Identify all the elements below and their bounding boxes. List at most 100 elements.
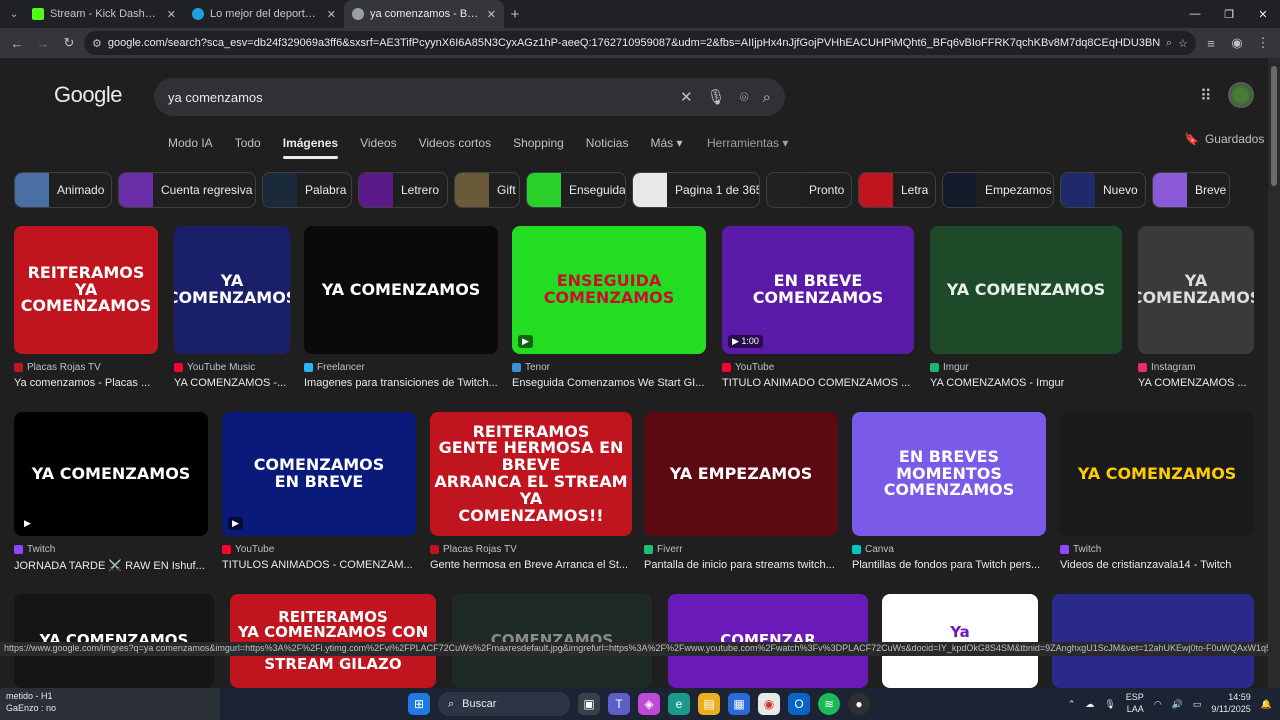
reload-icon[interactable]: ↻ bbox=[58, 32, 80, 54]
result-title[interactable]: Imagenes para transiciones de Twitch... bbox=[304, 377, 498, 389]
result-source[interactable]: Twitch bbox=[1060, 544, 1254, 555]
image-result-card[interactable]: YA COMENZAMOS Twitch Videos de cristianzav… bbox=[1060, 412, 1254, 571]
image-result-card[interactable]: YA COMENZAMOS Imgur YA COMENZAMOS - Imgur bbox=[930, 226, 1122, 389]
result-title[interactable]: Ya comenzamos - Placas ... bbox=[14, 377, 158, 389]
result-title[interactable]: YA COMENZAMOS -... bbox=[174, 377, 290, 389]
taskbar-search[interactable]: ⌕ Buscar bbox=[438, 692, 570, 716]
language-indicator[interactable]: ESP LAA bbox=[1126, 692, 1144, 715]
tab-videos-cortos[interactable]: Videos cortos bbox=[419, 136, 492, 150]
page-scrollbar[interactable] bbox=[1268, 58, 1280, 688]
account-avatar[interactable] bbox=[1228, 82, 1254, 108]
tools-dropdown[interactable]: Herramientas ▾ bbox=[707, 136, 788, 150]
close-tab-icon[interactable]: ✕ bbox=[327, 8, 336, 21]
result-source[interactable]: YouTube bbox=[722, 362, 914, 373]
google-apps-grid-icon[interactable]: ⠿ bbox=[1200, 86, 1212, 106]
result-thumbnail[interactable]: ENSEGUIDA COMENZAMOS ▶ bbox=[512, 226, 706, 354]
restore-icon[interactable]: ❐ bbox=[1212, 0, 1246, 28]
tab-shopping[interactable]: Shopping bbox=[513, 136, 564, 150]
new-tab-plus-icon[interactable]: + bbox=[504, 6, 526, 23]
image-result-card[interactable]: YA EMPEZAMOS Fiverr Pantalla de inicio par… bbox=[644, 412, 838, 571]
result-title[interactable]: TITULO ANIMADO COMENZAMOS ... bbox=[722, 377, 914, 389]
result-thumbnail[interactable] bbox=[1052, 594, 1254, 688]
result-source[interactable]: Canva bbox=[852, 544, 1046, 555]
tab-noticias[interactable]: Noticias bbox=[586, 136, 629, 150]
result-thumbnail[interactable]: Ya Comenzamos bbox=[882, 594, 1038, 688]
store-icon[interactable]: ▦ bbox=[728, 693, 750, 715]
edge-icon[interactable]: e bbox=[668, 693, 690, 715]
tab-todo[interactable]: Todo bbox=[235, 136, 261, 150]
notifications-icon[interactable]: 🔔 bbox=[1261, 699, 1272, 710]
volume-icon[interactable]: 🔊 bbox=[1172, 699, 1183, 710]
chip-nuevo[interactable]: Nuevo bbox=[1060, 172, 1146, 208]
search-query-input[interactable]: ya comenzamos bbox=[168, 90, 666, 105]
image-result-card[interactable]: REITERAMOS GENTE HERMOSA EN BREVE ARRANC… bbox=[430, 412, 632, 571]
result-title[interactable]: Gente hermosa en Breve Arranca el St... bbox=[430, 559, 632, 571]
image-result-card[interactable]: EN BREVE COMENZAMOS ▶ 1:00 YouTube TITULO A… bbox=[722, 226, 914, 389]
result-source[interactable]: Imgur bbox=[930, 362, 1122, 373]
battery-icon[interactable]: ▭ bbox=[1193, 699, 1202, 710]
result-thumbnail[interactable]: YA COMENZAMOS bbox=[304, 226, 498, 354]
tab-mas[interactable]: Más ▾ bbox=[650, 136, 682, 150]
clear-search-icon[interactable]: ✕ bbox=[680, 88, 693, 106]
image-result-card[interactable]: REITERAMOS YA COMENZAMOS Placas Rojas TV Y… bbox=[14, 226, 158, 389]
tab-google-search[interactable]: ya comenzamos - Buscar con G ✕ bbox=[344, 0, 504, 28]
copilot-icon[interactable]: ◈ bbox=[638, 693, 660, 715]
result-thumbnail[interactable]: YA COMENZAMOS bbox=[1138, 226, 1254, 354]
image-result-card[interactable]: YA COMENZAMOS Freelancer Imagenes para tra… bbox=[304, 226, 498, 389]
result-title[interactable]: YA COMENZAMOS ... bbox=[1138, 377, 1254, 389]
result-title[interactable]: Enseguida Comenzamos We Start GI... bbox=[512, 377, 706, 389]
spotify-icon[interactable]: ≋ bbox=[818, 693, 840, 715]
tab-deporte[interactable]: Lo mejor del deporte y el entret ✕ bbox=[184, 0, 344, 28]
image-result-card[interactable]: ENSEGUIDA COMENZAMOS ▶ Tenor Enseguida Come… bbox=[512, 226, 706, 389]
image-result-card[interactable]: YA COMENZAMOS bbox=[14, 594, 214, 688]
chip-letra[interactable]: Letra bbox=[858, 172, 936, 208]
tab-imagenes[interactable]: Imágenes bbox=[282, 136, 339, 159]
result-title[interactable]: YA COMENZAMOS - Imgur bbox=[930, 377, 1122, 389]
obs-icon[interactable]: ● bbox=[848, 693, 870, 715]
image-result-card[interactable] bbox=[1052, 594, 1254, 688]
wifi-icon[interactable]: ◠ bbox=[1154, 699, 1162, 710]
minimize-icon[interactable]: — bbox=[1178, 0, 1212, 28]
tab-search-icon[interactable]: ⌄ bbox=[4, 4, 24, 24]
close-tab-icon[interactable]: ✕ bbox=[167, 8, 176, 21]
result-thumbnail[interactable]: YA COMENZAMOS ▶ bbox=[14, 412, 208, 536]
image-result-card[interactable]: COMENZAR bbox=[668, 594, 868, 688]
search-box[interactable]: ya comenzamos ✕ 🎙 ⌾ ⌕ bbox=[154, 78, 785, 116]
site-info-icon[interactable]: ⚙ bbox=[92, 37, 102, 50]
result-thumbnail[interactable]: COMENZAMOS EN BREVE ▶ bbox=[222, 412, 416, 536]
task-view-icon[interactable]: ▣ bbox=[578, 693, 600, 715]
chip-breve[interactable]: Breve bbox=[1152, 172, 1230, 208]
profile-icon[interactable]: ◉ bbox=[1226, 32, 1248, 54]
result-source[interactable]: Placas Rojas TV bbox=[430, 544, 632, 555]
chip-empezamos[interactable]: Empezamos bbox=[942, 172, 1054, 208]
image-result-card[interactable]: YA COMENZAMOS YouTube Music YA COMENZAMOS … bbox=[174, 226, 290, 389]
result-title[interactable]: Videos de cristianzavala14 - Twitch bbox=[1060, 559, 1254, 571]
result-source[interactable]: Tenor bbox=[512, 362, 706, 373]
result-thumbnail[interactable]: YA EMPEZAMOS bbox=[644, 412, 838, 536]
result-thumbnail[interactable]: EN BREVE COMENZAMOS ▶ 1:00 bbox=[722, 226, 914, 354]
chrome-icon[interactable]: ◉ bbox=[758, 693, 780, 715]
result-thumbnail[interactable]: YA COMENZAMOS bbox=[930, 226, 1122, 354]
result-thumbnail[interactable]: COMENZAR bbox=[668, 594, 868, 688]
search-icon[interactable]: ⌕ bbox=[763, 89, 771, 106]
result-title[interactable]: JORNADA TARDE ⚔️ RAW EN Ishuf... bbox=[14, 559, 208, 572]
result-thumbnail[interactable]: COMENZAMOS bbox=[452, 594, 652, 688]
image-result-card[interactable]: COMENZAMOS bbox=[452, 594, 652, 688]
saved-button[interactable]: 🔖 Guardados bbox=[1184, 132, 1264, 146]
image-result-card[interactable]: Ya Comenzamos bbox=[882, 594, 1038, 688]
chip-palabra[interactable]: Palabra bbox=[262, 172, 352, 208]
image-result-card[interactable]: EN BREVES MOMENTOS COMENZAMOS Canva Planti… bbox=[852, 412, 1046, 571]
chip-gift[interactable]: Gift bbox=[454, 172, 520, 208]
result-thumbnail[interactable]: YA COMENZAMOS bbox=[174, 226, 290, 354]
scrollbar-thumb[interactable] bbox=[1271, 66, 1277, 186]
tab-videos[interactable]: Videos bbox=[360, 136, 396, 150]
result-source[interactable]: Instagram bbox=[1138, 362, 1254, 373]
browser-menu-icon[interactable]: ⋮ bbox=[1252, 32, 1274, 54]
result-thumbnail[interactable]: REITERAMOS YA COMENZAMOS CON EL STREAM G… bbox=[230, 594, 436, 688]
chip-letrero[interactable]: Letrero bbox=[358, 172, 448, 208]
result-thumbnail[interactable]: REITERAMOS YA COMENZAMOS bbox=[14, 226, 158, 354]
lens-camera-icon[interactable]: ⌾ bbox=[740, 89, 749, 106]
mic-tray-icon[interactable]: 🎙 bbox=[1104, 699, 1115, 710]
bookmark-star-icon[interactable]: ☆ bbox=[1178, 37, 1188, 50]
tab-modo-ia[interactable]: Modo IA bbox=[168, 136, 213, 150]
